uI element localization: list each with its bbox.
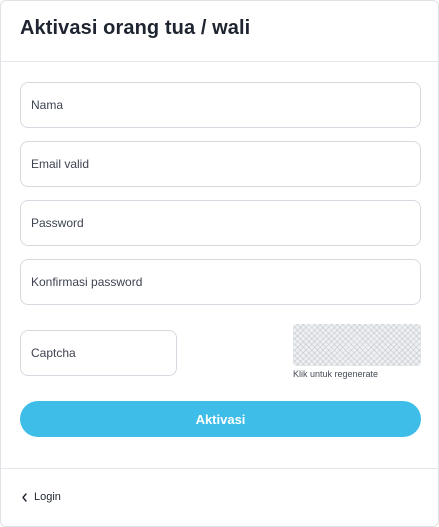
captcha-image[interactable]	[293, 324, 421, 366]
captcha-input[interactable]	[20, 330, 177, 376]
email-input[interactable]	[20, 141, 421, 187]
confirm-password-input[interactable]	[20, 259, 421, 305]
chevron-left-icon	[21, 492, 28, 502]
card-footer: Login	[1, 468, 438, 526]
login-label: Login	[34, 491, 61, 503]
captcha-hint: Klik untuk regenerate	[293, 369, 379, 379]
password-input[interactable]	[20, 200, 421, 246]
activate-button[interactable]: Aktivasi	[20, 401, 421, 437]
page-title: Aktivasi orang tua / wali	[20, 17, 251, 39]
login-link[interactable]: Login	[21, 491, 61, 503]
card-header: Aktivasi orang tua / wali	[1, 1, 438, 62]
name-input[interactable]	[20, 82, 421, 128]
activation-card: Aktivasi orang tua / wali Klik untuk reg…	[0, 0, 439, 527]
